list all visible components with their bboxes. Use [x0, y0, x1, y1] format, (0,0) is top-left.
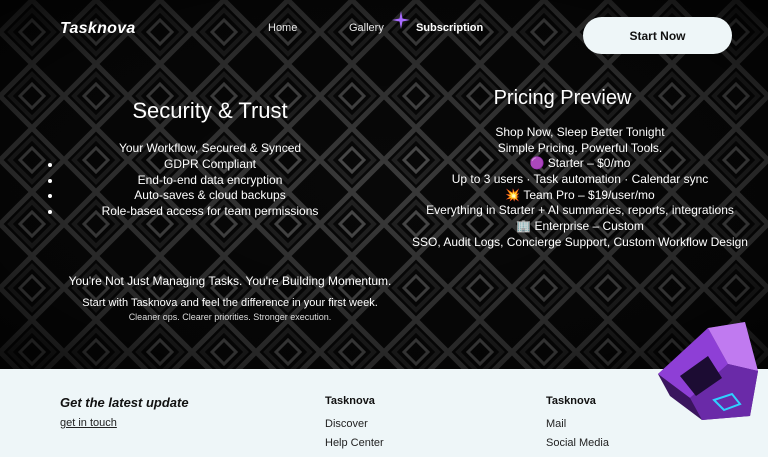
- start-now-button[interactable]: Start Now: [583, 17, 732, 54]
- pricing-line: Everything in Starter + AI summaries, re…: [426, 203, 734, 218]
- pricing-line: Up to 3 users · Task automation · Calend…: [451, 172, 709, 187]
- list-item: Role-based access for team permissions: [48, 204, 360, 220]
- tagline-headline: You're Not Just Managing Tasks. You're B…: [68, 274, 392, 288]
- pricing-title: Pricing Preview: [493, 87, 632, 109]
- pricing-line: 💥 Team Pro – $19/user/mo: [505, 187, 655, 202]
- footer-link-help-center[interactable]: Help Center: [325, 437, 384, 449]
- pricing-line: 🟣 Starter – $0/mo: [529, 156, 631, 171]
- nav-subscription[interactable]: Subscription: [416, 22, 483, 34]
- feature-label: GDPR Compliant: [163, 157, 257, 171]
- brand-logo[interactable]: Tasknova: [60, 20, 136, 38]
- security-features-list: GDPR Compliant End-to-end data encryptio…: [48, 157, 360, 220]
- nav-home[interactable]: Home: [268, 22, 297, 34]
- bullet-icon: [48, 163, 52, 167]
- pricing-line: 🏢 Enterprise – Custom: [516, 219, 644, 234]
- footer-link-mail[interactable]: Mail: [546, 418, 566, 430]
- pricing-line: Simple Pricing. Powerful Tools.: [497, 140, 663, 155]
- footer-col2-title: Tasknova: [546, 395, 596, 407]
- feature-label: End-to-end data encryption: [137, 172, 283, 187]
- pricing-line: Shop Now, Sleep Better Tonight: [495, 125, 665, 139]
- bullet-icon: [48, 178, 52, 183]
- feature-label: Role-based access for team permissions: [101, 204, 319, 219]
- feature-label: Auto-saves & cloud backups: [134, 188, 286, 203]
- list-item: End-to-end data encryption: [48, 172, 360, 189]
- purple-cube-icon: [658, 322, 758, 420]
- footer-link-social-media[interactable]: Social Media: [546, 437, 609, 449]
- tagline-small: Cleaner ops. Clearer priorities. Stronge…: [128, 312, 332, 322]
- nav-gallery[interactable]: Gallery: [349, 22, 384, 34]
- footer-col1-title: Tasknova: [325, 395, 375, 407]
- tagline-body: Start with Tasknova and feel the differe…: [82, 297, 378, 309]
- footer-link-discover[interactable]: Discover: [325, 418, 368, 430]
- get-in-touch-link[interactable]: get in touch: [60, 417, 117, 429]
- pricing-line: SSO, Audit Logs, Concierge Support, Cust…: [412, 234, 748, 249]
- pricing-details: Shop Now, Sleep Better Tonight Simple Pr…: [400, 125, 760, 251]
- security-title: Security & Trust: [132, 98, 288, 123]
- newsletter-heading: Get the latest update: [60, 395, 189, 410]
- sparkle-icon: [392, 11, 410, 29]
- security-subtitle: Your Workflow, Secured & Synced: [118, 141, 302, 155]
- list-item: GDPR Compliant: [48, 157, 360, 173]
- list-item: Auto-saves & cloud backups: [48, 188, 360, 204]
